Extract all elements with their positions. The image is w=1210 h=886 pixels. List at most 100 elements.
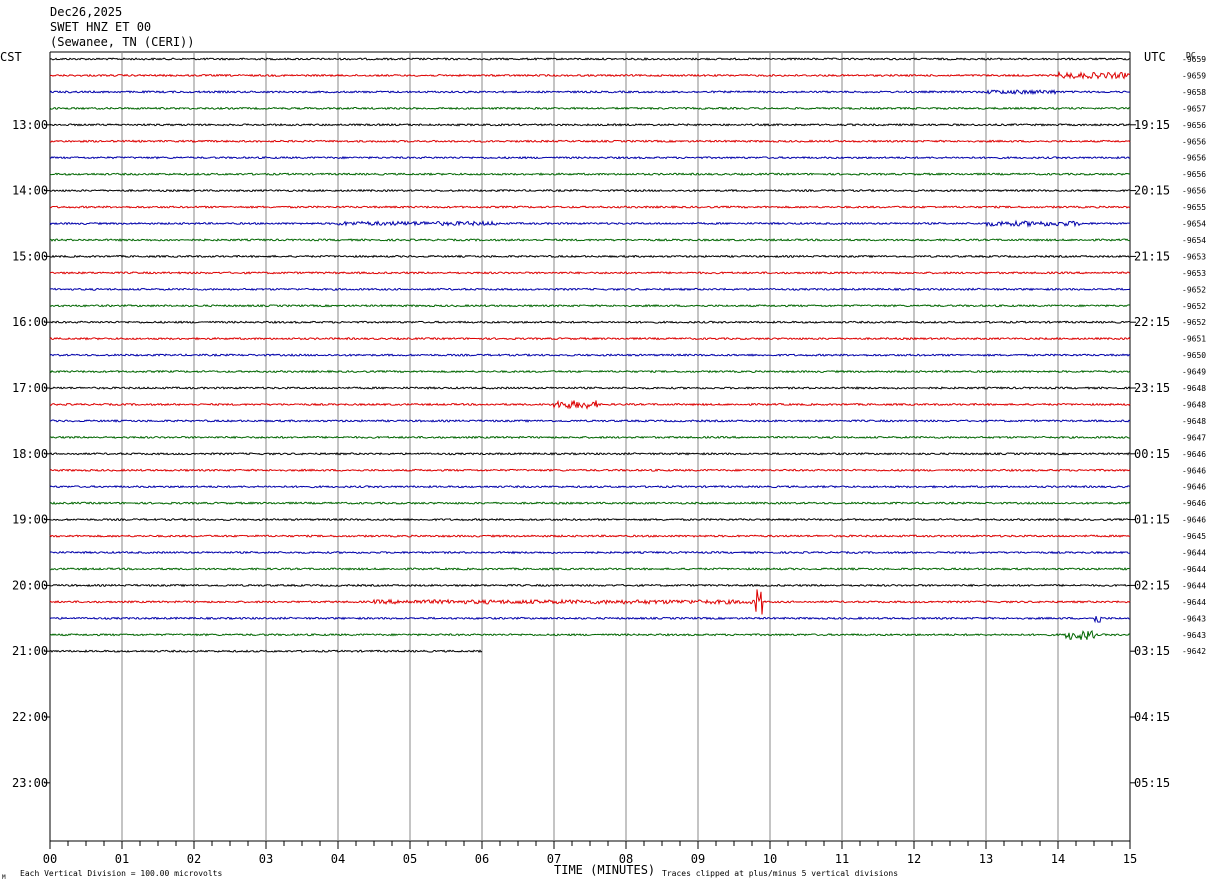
dc-offset-label: -9656 (1182, 121, 1206, 130)
trace-line (49, 353, 1131, 357)
dc-offset-label: -9658 (1182, 88, 1206, 97)
dc-offset-label: -9652 (1182, 302, 1206, 311)
dc-offset-label: -9648 (1182, 384, 1206, 393)
trace-line (49, 188, 1131, 193)
dc-offset-label: -9643 (1182, 614, 1206, 623)
x-tick-label: 02 (187, 852, 201, 866)
left-hour-label: 17:00 (12, 381, 48, 395)
trace-line (49, 205, 1131, 209)
trace-line (49, 468, 1131, 473)
dc-offset-label: -9647 (1182, 433, 1206, 442)
left-hour-label: 19:00 (12, 513, 48, 527)
dc-offset-label: -9642 (1182, 647, 1206, 656)
right-timezone-label: UTC (1144, 50, 1166, 64)
dc-offset-labels: -9659 -9659 -9658 -9657 -9656 -9656 -9656 -9656… (1182, 55, 1206, 656)
trace-line (49, 567, 1131, 571)
right-hour-label: 05:15 (1134, 776, 1170, 790)
dc-offset-label: -9656 (1182, 187, 1206, 196)
x-tick-label: 01 (115, 852, 129, 866)
trace-line (49, 238, 1131, 242)
dc-offset-label: -9646 (1182, 450, 1206, 459)
right-hour-label: 21:15 (1134, 249, 1170, 263)
header-station: SWET HNZ ET 00 (50, 20, 151, 34)
dc-offset-label: -9644 (1182, 581, 1206, 590)
right-hour-label: 23:15 (1134, 381, 1170, 395)
header-location: (Sewanee, TN (CERI)) (50, 35, 195, 49)
dc-offset-label: -9656 (1182, 137, 1206, 146)
left-hour-labels: 13:00 14:00 15:00 16:00 17:00 18:00 19:00 20:00… (12, 118, 50, 790)
dc-offset-label: -9644 (1182, 598, 1206, 607)
dc-offset-label: -9643 (1182, 631, 1206, 640)
dc-offset-label: -9645 (1182, 532, 1206, 541)
trace-line (49, 287, 1131, 292)
trace-line (49, 172, 1131, 176)
scale-note: Each Vertical Division = 100.00 microvol… (20, 869, 222, 878)
dc-offset-label: -9648 (1182, 400, 1206, 409)
dc-offset-label: -9653 (1182, 269, 1206, 278)
trace-line (49, 419, 1131, 423)
dc-offset-label: -9652 (1182, 285, 1206, 294)
left-hour-label: 13:00 (12, 118, 48, 132)
dc-offset-label: -9651 (1182, 335, 1206, 344)
dc-offset-label: -9646 (1182, 466, 1206, 475)
x-tick-label: 00 (43, 852, 57, 866)
dc-offset-label: -9655 (1182, 203, 1206, 212)
trace-line (49, 155, 1131, 160)
trace-line (49, 254, 1131, 259)
x-tick-label: 15 (1123, 852, 1137, 866)
right-hour-label: 01:15 (1134, 513, 1170, 527)
trace-line (49, 122, 1131, 127)
dc-offset-label: -9650 (1182, 351, 1206, 360)
trace-line (49, 399, 1131, 410)
right-hour-label: 00:15 (1134, 447, 1170, 461)
trace-line (49, 89, 1131, 96)
trace-line (49, 320, 1131, 324)
corner-mark: M (2, 874, 6, 881)
right-hour-label: 04:15 (1134, 710, 1170, 724)
x-tick-label: 11 (835, 852, 849, 866)
trace-lines (49, 57, 1131, 654)
left-hour-label: 20:00 (12, 578, 48, 592)
trace-line (49, 336, 1131, 341)
trace-line (49, 484, 1131, 489)
left-hour-label: 22:00 (12, 710, 48, 724)
trace-line (49, 57, 1131, 61)
trace-line (49, 386, 1131, 390)
x-tick-label: 04 (331, 852, 345, 866)
trace-line (49, 501, 1131, 505)
trace-line (49, 271, 1131, 275)
left-hour-label: 23:00 (12, 776, 48, 790)
dc-offset-label: -9657 (1182, 104, 1206, 113)
trace-line (49, 550, 1131, 555)
trace-line (49, 583, 1131, 588)
dc-offset-label: -9656 (1182, 154, 1206, 163)
plot-grid (49, 51, 1131, 842)
trace-line (49, 589, 1131, 615)
dc-offset-label: -9644 (1182, 549, 1206, 558)
trace-line (49, 629, 1131, 640)
dc-offset-label: -9659 (1182, 55, 1206, 64)
trace-line (49, 106, 1131, 111)
trace-line (49, 517, 1131, 522)
left-hour-label: 16:00 (12, 315, 48, 329)
trace-line (49, 534, 1131, 538)
x-axis-title: TIME (MINUTES) (554, 863, 655, 877)
left-hour-label: 14:00 (12, 184, 48, 198)
left-hour-label: 18:00 (12, 447, 48, 461)
dc-offset-label: -9656 (1182, 170, 1206, 179)
dc-offset-label: -9659 (1182, 71, 1206, 80)
helicorder-plot: Dec26,2025 SWET HNZ ET 00 (Sewanee, TN (… (0, 5, 1206, 881)
trace-line (49, 219, 1131, 228)
dc-offset-label: -9646 (1182, 516, 1206, 525)
header: Dec26,2025 SWET HNZ ET 00 (Sewanee, TN (… (50, 5, 195, 49)
dc-offset-label: -9646 (1182, 483, 1206, 492)
x-tick-label: 10 (763, 852, 777, 866)
right-hour-labels: 19:15 20:15 21:15 22:15 23:15 00:15 01:15 02:15… (1130, 118, 1170, 790)
x-tick-label: 06 (475, 852, 489, 866)
dc-offset-label: -9648 (1182, 417, 1206, 426)
right-hour-label: 02:15 (1134, 578, 1170, 592)
dc-offset-label: -9653 (1182, 252, 1206, 261)
dc-offset-label: -9649 (1182, 368, 1206, 377)
x-tick-label: 05 (403, 852, 417, 866)
left-hour-label: 15:00 (12, 249, 48, 263)
